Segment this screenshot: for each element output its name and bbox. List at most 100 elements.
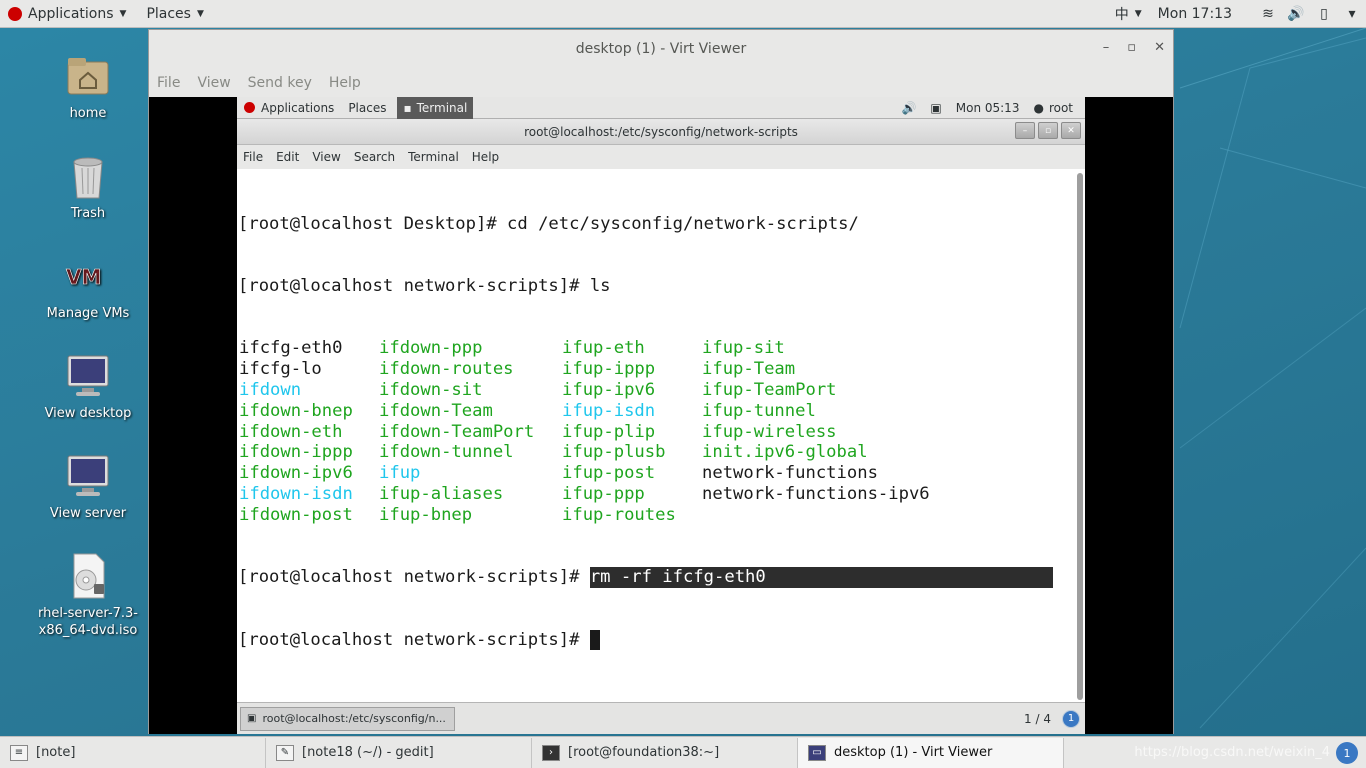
terminal-icon: ▪ (403, 100, 412, 115)
network-icon[interactable]: ▣ (930, 101, 941, 115)
task-note[interactable]: ≡ [note] (0, 737, 266, 768)
battery-icon[interactable]: ▯ (1312, 6, 1336, 22)
redhat-icon (244, 102, 255, 113)
volume-icon[interactable]: 🔊 (901, 101, 916, 115)
guest-clock[interactable]: Mon 05:13 (956, 101, 1020, 115)
close-icon[interactable]: ✕ (1154, 40, 1165, 55)
menu-search[interactable]: Search (354, 150, 395, 164)
places-label: Places (146, 5, 191, 22)
task-label: [note] (36, 745, 76, 760)
terminal-output[interactable]: [root@localhost Desktop]# cd /etc/syscon… (237, 169, 1085, 702)
desktop-icon-home[interactable]: home (28, 52, 148, 121)
menu-send-key[interactable]: Send key (248, 75, 312, 91)
desktop-icon-iso[interactable]: rhel-server-7.3- x86_64-dvd.iso (28, 552, 148, 638)
menu-file[interactable]: File (243, 150, 263, 164)
minimize-icon[interactable]: – (1103, 40, 1110, 55)
notification-badge[interactable]: 1 (1336, 742, 1358, 764)
home-folder-icon (64, 52, 112, 100)
guest-terminal-button[interactable]: ▪ Terminal (397, 96, 474, 119)
ls-entry: ifdown-Team (379, 400, 493, 421)
terminal-menubar: File Edit View Search Terminal Help (237, 145, 1085, 169)
guest-user-label: root (1048, 101, 1073, 115)
ls-entry: network-functions (702, 463, 878, 484)
ls-entry: network-functions-ipv6 (702, 483, 930, 504)
menu-terminal[interactable]: Terminal (408, 150, 459, 164)
applications-label: Applications (28, 5, 114, 22)
ls-entry: ifdown-eth (239, 421, 343, 442)
terminal-line: [root@localhost network-scripts]# (238, 629, 1085, 651)
guest-user-menu[interactable]: ● root (1033, 101, 1073, 115)
desktop-icon-view-desktop[interactable]: View desktop (28, 352, 148, 421)
desktop-icon-manage-vms[interactable]: VM Manage VMs (28, 252, 148, 321)
ls-entry: ifup-ippp (562, 359, 656, 380)
user-icon: ● (1033, 101, 1044, 115)
menu-file[interactable]: File (157, 75, 180, 91)
chevron-down-icon: ▼ (119, 8, 127, 19)
volume-icon[interactable]: 🔊 (1284, 6, 1308, 22)
chevron-down-icon: ▼ (1134, 9, 1142, 19)
guest-notification-badge[interactable]: 1 (1062, 709, 1080, 728)
terminal-scrollbar[interactable] (1077, 173, 1083, 700)
ls-entry: ifdown (239, 379, 302, 400)
input-method-menu[interactable]: 中 ▼ (1107, 0, 1150, 28)
gedit-icon: ✎ (276, 744, 294, 761)
wifi-icon[interactable]: ≋ (1256, 6, 1280, 22)
ls-entry: ifdown-ippp (239, 442, 353, 463)
menu-help[interactable]: Help (472, 150, 499, 164)
redhat-icon (8, 6, 22, 21)
minimize-icon[interactable]: – (1015, 122, 1035, 139)
desktop-icon-label: View desktop (44, 406, 132, 421)
menu-help[interactable]: Help (329, 75, 361, 91)
ls-entry: ifup-ipv6 (562, 379, 656, 400)
maximize-icon[interactable]: ▫ (1038, 122, 1058, 139)
ls-entry: ifdown-routes (379, 359, 514, 380)
guest-desktop[interactable]: Applications Places ▪ Terminal 🔊 ▣ Mon 0… (237, 96, 1085, 734)
maximize-icon[interactable]: ▫ (1127, 40, 1136, 55)
task-virt-viewer[interactable]: ▭ desktop (1) - Virt Viewer (798, 737, 1064, 768)
task-gedit[interactable]: ✎ [note18 (~/) - gedit] (266, 737, 532, 768)
applications-menu[interactable]: Applications ▼ (0, 0, 134, 28)
clock[interactable]: Mon 17:13 (1150, 0, 1240, 28)
power-menu-icon[interactable]: ▾ (1340, 6, 1364, 22)
guest-task-terminal[interactable]: ▣ root@localhost:/etc/sysconfig/n... (240, 706, 455, 731)
selected-command: rm -rf ifcfg-eth0 (589, 567, 1053, 588)
desktop-icon-trash[interactable]: Trash (28, 152, 148, 221)
ls-row: ifdown-ipv6 ifup ifup-post network-function… (238, 463, 1085, 484)
virt-manager-icon: VM (64, 252, 112, 300)
task-terminal[interactable]: › [root@foundation38:~] (532, 737, 798, 768)
prompt: [root@localhost network-scripts]# (238, 629, 590, 650)
ls-entry: ifdown-ipv6 (239, 463, 353, 484)
ls-entry: ifcfg-eth0 (239, 338, 343, 359)
guest-workspace-pager[interactable]: 1 / 4 (1024, 712, 1051, 726)
ls-row: ifcfg-lo ifdown-routes ifup-ippp ifup-Team (238, 359, 1085, 380)
ls-entry: ifup-eth (562, 338, 645, 359)
ls-entry: ifdown-bnep (239, 400, 353, 421)
ls-entry: ifdown-TeamPort (379, 421, 535, 442)
ls-output: ifcfg-eth0 ifdown-ppp ifup-eth ifup-sit ifcf… (238, 338, 1085, 525)
guest-places-menu[interactable]: Places (341, 101, 393, 115)
clock-label: Mon 17:13 (1157, 6, 1232, 22)
menu-edit[interactable]: Edit (276, 150, 299, 164)
terminal-window-title: root@localhost:/etc/sysconfig/network-sc… (237, 119, 1085, 145)
ls-row: ifdown ifdown-sit ifup-ipv6 ifup-TeamPort (238, 380, 1085, 401)
task-label: desktop (1) - Virt Viewer (834, 745, 993, 760)
guest-applications-menu[interactable]: Applications (237, 101, 341, 115)
desktop-icon-label-line2: x86_64-dvd.iso (38, 623, 138, 638)
ls-entry: ifup-tunnel (702, 400, 816, 421)
ls-entry: ifdown-isdn (239, 483, 353, 504)
monitor-icon (64, 352, 112, 400)
menu-view[interactable]: View (312, 150, 340, 164)
ls-entry: ifup (379, 463, 421, 484)
desktop-icon-label: Manage VMs (46, 306, 130, 321)
terminal-title-text: root@localhost:/etc/sysconfig/network-sc… (524, 124, 798, 139)
menu-view[interactable]: View (197, 75, 230, 91)
vm-display[interactable]: Applications Places ▪ Terminal 🔊 ▣ Mon 0… (149, 96, 1173, 734)
ls-entry: ifdown-tunnel (379, 442, 514, 463)
desktop-icon-label: home (69, 106, 107, 121)
places-menu[interactable]: Places ▼ (138, 0, 211, 28)
ls-entry: ifup-wireless (702, 421, 837, 442)
svg-text:VM: VM (66, 265, 101, 289)
desktop-icon-view-server[interactable]: View server (28, 452, 148, 521)
close-icon[interactable]: ✕ (1061, 122, 1081, 139)
monitor-icon (64, 452, 112, 500)
